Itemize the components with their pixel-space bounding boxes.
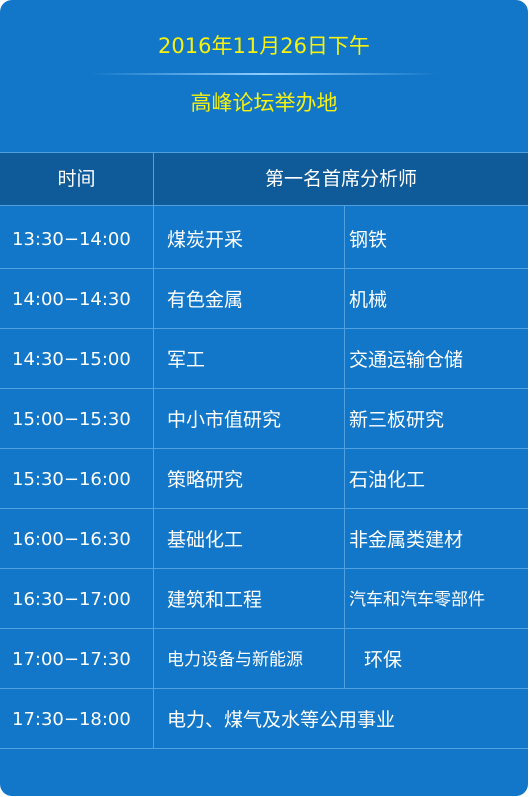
row-merged-analyst: 电力、煤气及水等公用事业 bbox=[167, 709, 396, 731]
row-second-analyst: 环保 bbox=[364, 649, 403, 671]
time-column-divider bbox=[153, 206, 154, 748]
table-header: 时间 第一名首席分析师 bbox=[0, 152, 528, 206]
analyst-column-divider bbox=[344, 206, 345, 688]
row-time: 17:30−18:00 bbox=[12, 709, 131, 730]
row-second-analyst: 石油化工 bbox=[349, 469, 426, 491]
row-first-analyst: 建筑和工程 bbox=[167, 589, 263, 611]
row-second-analyst: 交通运输仓储 bbox=[349, 349, 464, 371]
column-header-analyst: 第一名首席分析师 bbox=[264, 168, 417, 190]
header-divider bbox=[90, 73, 438, 75]
row-divider bbox=[0, 328, 528, 329]
row-second-analyst: 汽车和汽车零部件 bbox=[349, 590, 485, 610]
row-second-analyst: 钢铁 bbox=[349, 229, 388, 251]
column-header-time: 时间 bbox=[57, 168, 96, 190]
event-venue: 高峰论坛举办地 bbox=[190, 91, 338, 115]
event-date: 2016年11月26日下午 bbox=[158, 34, 370, 58]
row-first-analyst: 策略研究 bbox=[167, 469, 244, 491]
row-second-analyst: 非金属类建材 bbox=[349, 529, 464, 551]
row-first-analyst: 基础化工 bbox=[167, 529, 244, 551]
row-divider bbox=[0, 568, 528, 569]
row-second-analyst: 新三板研究 bbox=[349, 409, 445, 431]
row-time: 14:00−14:30 bbox=[12, 289, 131, 310]
row-divider bbox=[0, 388, 528, 389]
row-time: 16:30−17:00 bbox=[12, 589, 131, 610]
row-time: 13:30−14:00 bbox=[12, 229, 131, 250]
row-divider bbox=[0, 628, 528, 629]
row-second-analyst: 机械 bbox=[349, 289, 388, 311]
row-first-analyst: 煤炭开采 bbox=[167, 229, 244, 251]
row-first-analyst: 军工 bbox=[167, 349, 206, 371]
row-divider bbox=[0, 748, 528, 749]
schedule-card: 2016年11月26日下午 高峰论坛举办地 时间 第一名首席分析师 13:30−… bbox=[0, 0, 528, 796]
row-divider bbox=[0, 268, 528, 269]
row-divider bbox=[0, 688, 528, 689]
row-time: 15:00−15:30 bbox=[12, 409, 131, 430]
row-time: 16:00−16:30 bbox=[12, 529, 131, 550]
row-first-analyst: 电力设备与新能源 bbox=[167, 650, 303, 670]
row-divider bbox=[0, 448, 528, 449]
row-time: 14:30−15:00 bbox=[12, 349, 131, 370]
row-first-analyst: 有色金属 bbox=[167, 289, 244, 311]
row-first-analyst: 中小市值研究 bbox=[167, 409, 282, 431]
row-divider bbox=[0, 508, 528, 509]
row-time: 15:30−16:00 bbox=[12, 469, 131, 490]
row-time: 17:00−17:30 bbox=[12, 649, 131, 670]
